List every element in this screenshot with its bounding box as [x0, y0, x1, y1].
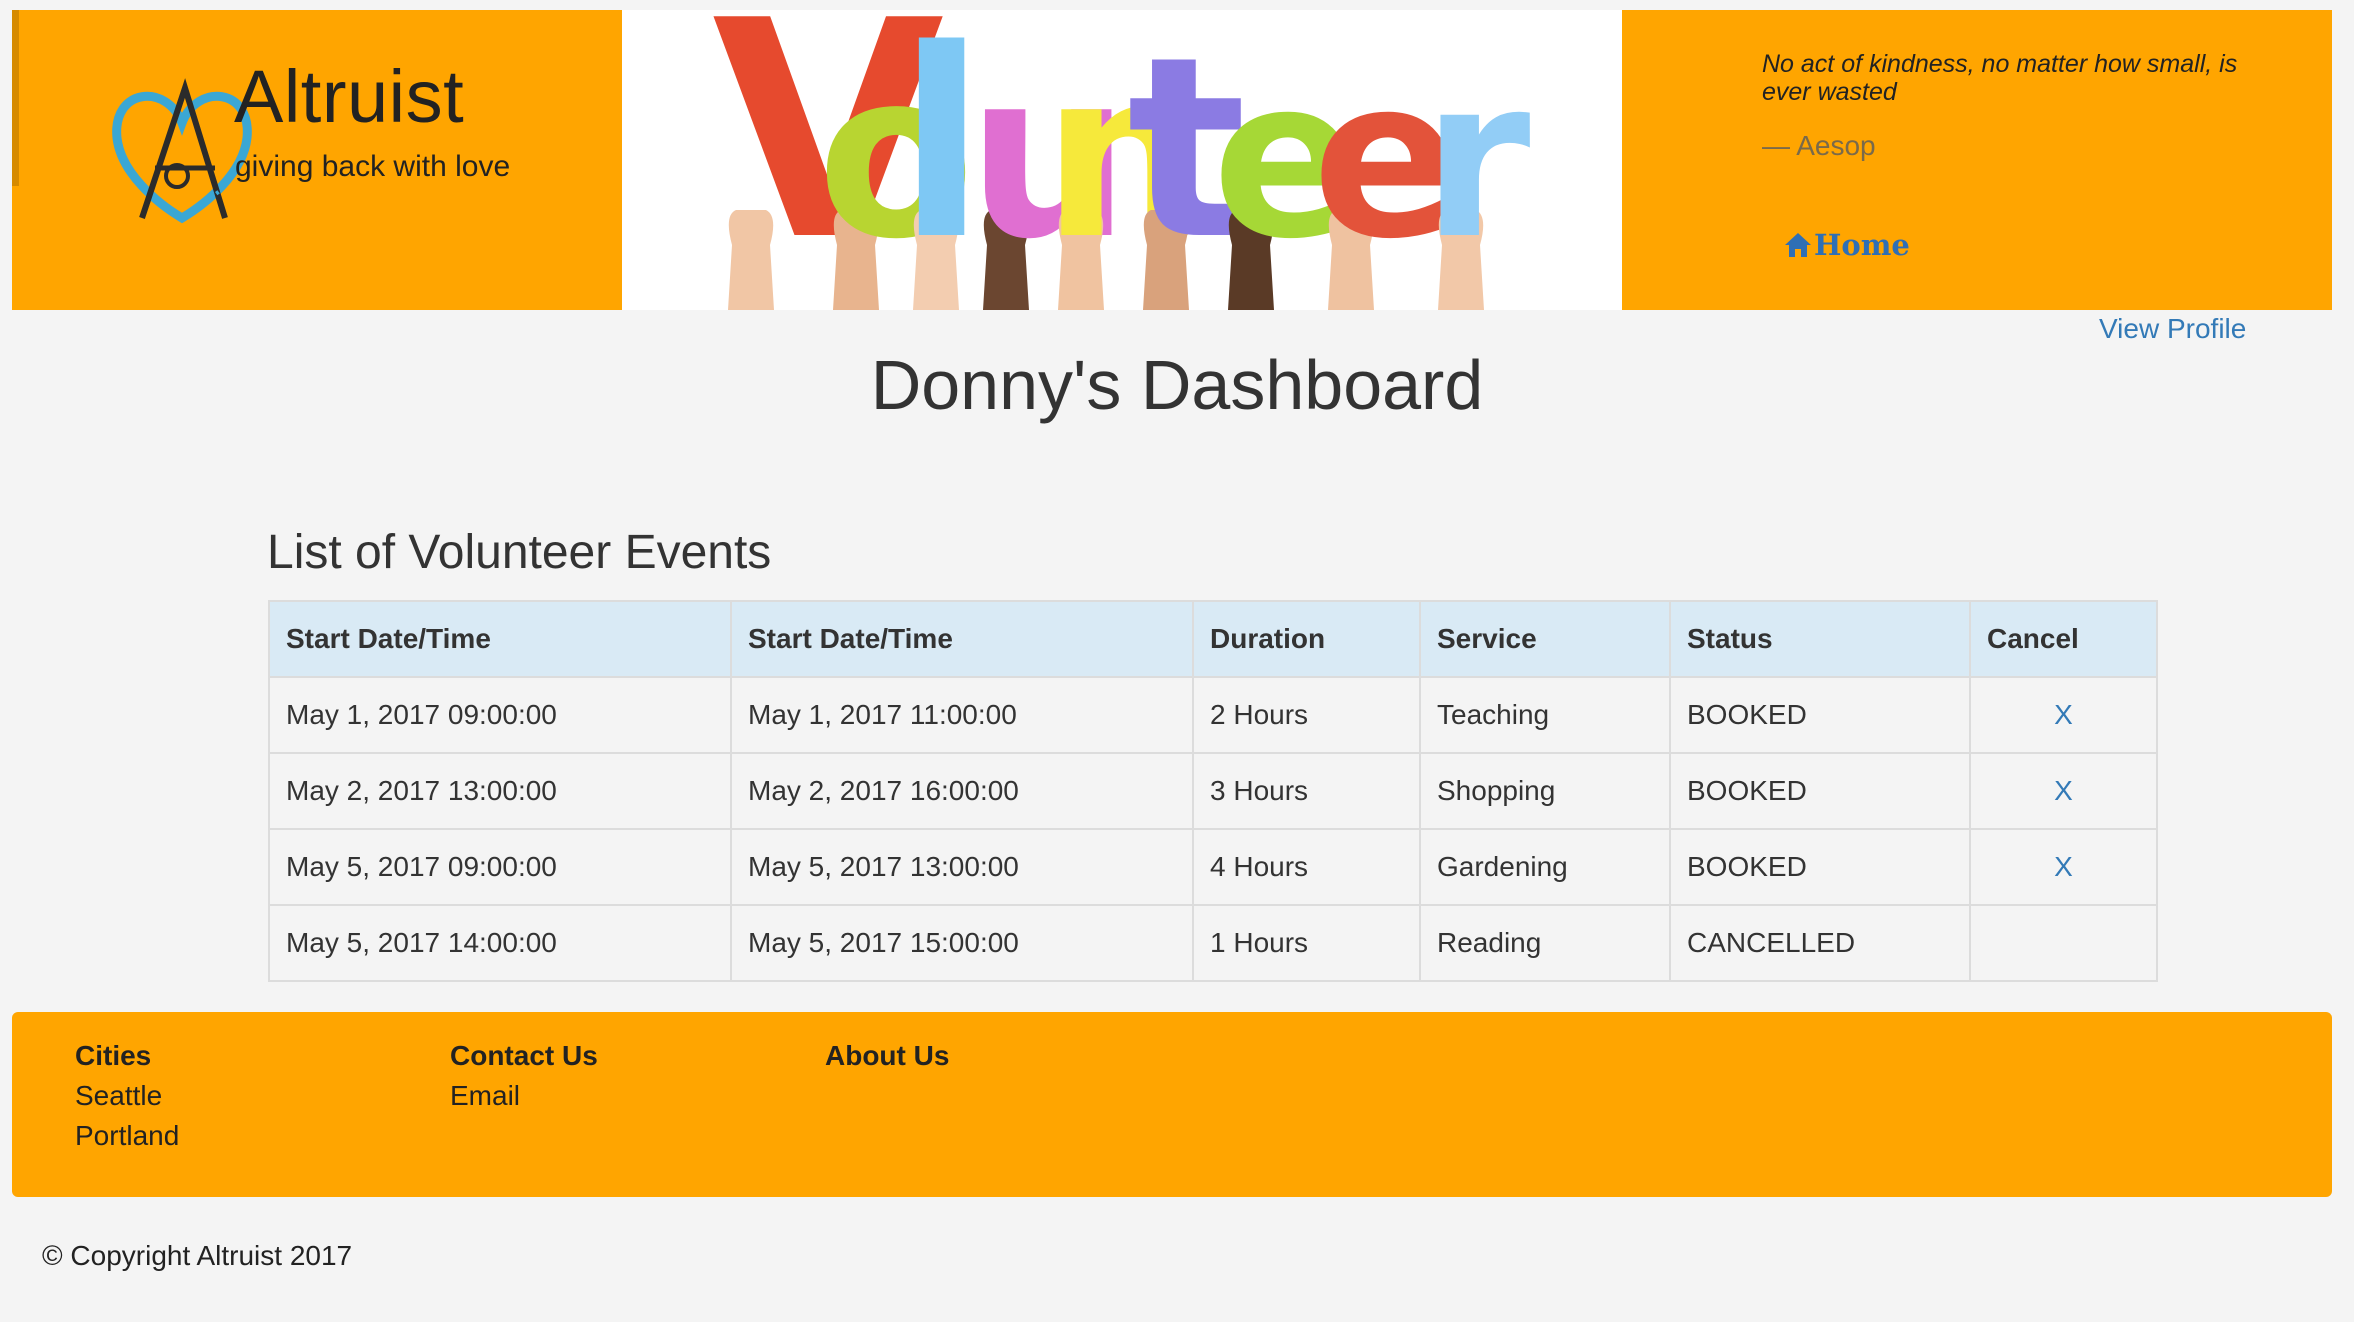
footer-city-link[interactable]: Portland — [75, 1116, 179, 1156]
table-row: May 1, 2017 09:00:00 May 1, 2017 11:00:0… — [268, 676, 2158, 754]
cell-duration: 2 Hours — [1192, 676, 1421, 754]
header-cancel: Cancel — [1969, 600, 2158, 678]
table-row: May 2, 2017 13:00:00 May 2, 2017 16:00:0… — [268, 752, 2158, 830]
cell-end: May 1, 2017 11:00:00 — [730, 676, 1194, 754]
cell-service: Teaching — [1419, 676, 1671, 754]
cancel-event-button[interactable]: X — [1969, 676, 2158, 754]
home-link[interactable]: Home — [1784, 228, 1910, 262]
banner-letter: r — [1422, 31, 1531, 287]
view-profile-link[interactable]: View Profile — [2099, 313, 2246, 345]
quote-block: No act of kindness, no matter how small,… — [1622, 10, 2332, 310]
quote-author: — Aesop — [1762, 130, 1876, 161]
header-service: Service — [1419, 600, 1671, 678]
footer-contact: Contact Us Email — [450, 1036, 598, 1116]
brand-edge — [12, 10, 19, 186]
footer-city-link[interactable]: Seattle — [75, 1076, 179, 1116]
cell-status: CANCELLED — [1669, 904, 1971, 982]
cell-service: Reading — [1419, 904, 1671, 982]
header-end: Start Date/Time — [730, 600, 1194, 678]
cancel-event-button[interactable]: X — [1969, 828, 2158, 906]
cell-service: Shopping — [1419, 752, 1671, 830]
table-row: May 5, 2017 09:00:00 May 5, 2017 13:00:0… — [268, 828, 2158, 906]
site-header: Altruist giving back with love Volunteer… — [12, 10, 2332, 310]
table-header-row: Start Date/Time Start Date/Time Duration… — [268, 600, 2158, 678]
cell-start: May 2, 2017 13:00:00 — [268, 752, 732, 830]
cell-status: BOOKED — [1669, 752, 1971, 830]
footer-cities: Cities Seattle Portland — [75, 1036, 179, 1156]
page-title: Donny's Dashboard — [870, 346, 1484, 424]
cell-end: May 2, 2017 16:00:00 — [730, 752, 1194, 830]
cell-status: BOOKED — [1669, 828, 1971, 906]
volunteer-banner-image: Volunteer — [712, 10, 1531, 310]
cell-status: BOOKED — [1669, 676, 1971, 754]
footer-email-link[interactable]: Email — [450, 1076, 598, 1116]
footer-about-link[interactable]: About Us — [825, 1036, 949, 1076]
footer-cities-title: Cities — [75, 1040, 152, 1071]
cell-duration: 4 Hours — [1192, 828, 1421, 906]
footer-about: About Us — [825, 1036, 949, 1076]
brand-name: Altruist — [234, 55, 465, 138]
volunteer-banner: Volunteer — [622, 10, 1622, 310]
table-row: May 5, 2017 14:00:00 May 5, 2017 15:00:0… — [268, 904, 2158, 982]
events-table: Start Date/Time Start Date/Time Duration… — [268, 600, 2158, 982]
home-icon — [1785, 233, 1811, 257]
quote-text: No act of kindness, no matter how small,… — [1762, 50, 2238, 106]
cell-end: May 5, 2017 15:00:00 — [730, 904, 1194, 982]
brand-tagline: giving back with love — [235, 150, 511, 183]
cell-end: May 5, 2017 13:00:00 — [730, 828, 1194, 906]
section-title: List of Volunteer Events — [267, 526, 772, 579]
header-start: Start Date/Time — [268, 600, 732, 678]
cancel-cell-empty — [1969, 904, 2158, 982]
site-footer: Cities Seattle Portland Contact Us Email… — [12, 1012, 2332, 1197]
cell-start: May 5, 2017 14:00:00 — [268, 904, 732, 982]
header-duration: Duration — [1192, 600, 1421, 678]
home-link-label: Home — [1814, 228, 1910, 262]
cell-duration: 3 Hours — [1192, 752, 1421, 830]
cell-duration: 1 Hours — [1192, 904, 1421, 982]
cell-start: May 1, 2017 09:00:00 — [268, 676, 732, 754]
footer-contact-title: Contact Us — [450, 1040, 598, 1071]
brand-block: Altruist giving back with love — [12, 10, 622, 310]
cell-service: Gardening — [1419, 828, 1671, 906]
cell-start: May 5, 2017 09:00:00 — [268, 828, 732, 906]
copyright: © Copyright Altruist 2017 — [42, 1240, 353, 1271]
cancel-event-button[interactable]: X — [1969, 752, 2158, 830]
header-status: Status — [1669, 600, 1971, 678]
